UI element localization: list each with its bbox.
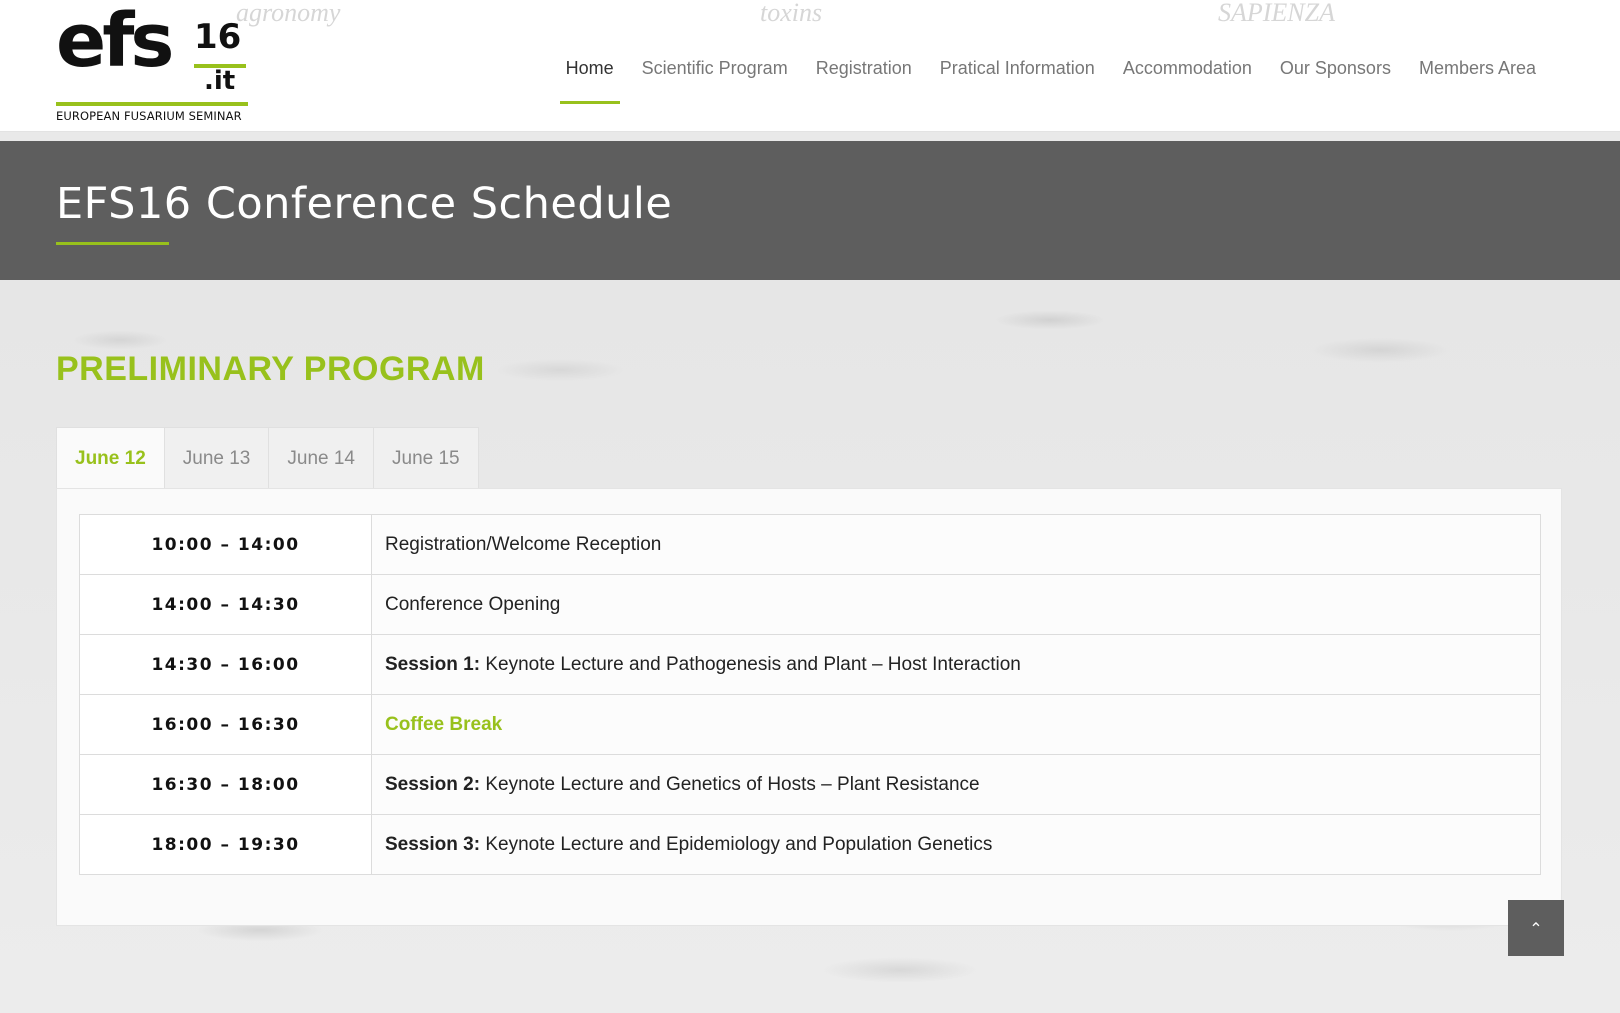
sponsor-logo-ghost: agronomy bbox=[236, 0, 341, 27]
time-cell: 16:30 – 18:00 bbox=[79, 754, 372, 815]
session-label: Session 3: bbox=[385, 833, 481, 855]
table-row: 16:00 – 16:30 Coffee Break bbox=[79, 694, 1541, 755]
tab-june-14[interactable]: June 14 bbox=[269, 427, 375, 489]
time-cell: 14:00 – 14:30 bbox=[79, 574, 372, 635]
coffee-break-label: Coffee Break bbox=[385, 713, 503, 735]
time-cell: 18:00 – 19:30 bbox=[79, 814, 372, 875]
event-text: Conference Opening bbox=[385, 593, 561, 615]
nav-registration[interactable]: Registration bbox=[802, 58, 926, 104]
time-cell: 16:00 – 16:30 bbox=[79, 694, 372, 755]
logo-number: 16 bbox=[194, 17, 242, 57]
nav-our-sponsors[interactable]: Our Sponsors bbox=[1266, 58, 1405, 104]
event-cell: Session 2: Keynote Lecture and Genetics … bbox=[371, 754, 1541, 815]
chevron-up-icon: ⌃ bbox=[1529, 921, 1543, 938]
main-nav: Home Scientific Program Registration Pra… bbox=[552, 58, 1550, 104]
page-title: EFS16 Conference Schedule bbox=[56, 179, 673, 229]
day-tabs: June 12 June 13 June 14 June 15 bbox=[56, 427, 479, 489]
time-cell: 10:00 – 14:00 bbox=[79, 514, 372, 575]
event-cell: Conference Opening bbox=[371, 574, 1541, 635]
table-row: 14:30 – 16:00 Session 1: Keynote Lecture… bbox=[79, 634, 1541, 695]
nav-home[interactable]: Home bbox=[552, 58, 628, 104]
table-row: 16:30 – 18:00 Session 2: Keynote Lecture… bbox=[79, 754, 1541, 815]
scroll-to-top-button[interactable]: ⌃ bbox=[1508, 900, 1564, 956]
table-row: 18:00 – 19:30 Session 3: Keynote Lecture… bbox=[79, 814, 1541, 875]
tab-june-13[interactable]: June 13 bbox=[164, 427, 270, 489]
table-row: 14:00 – 14:30 Conference Opening bbox=[79, 574, 1541, 635]
table-row: 10:00 – 14:00 Registration/Welcome Recep… bbox=[79, 514, 1541, 575]
program-heading: PRELIMINARY PROGRAM bbox=[56, 350, 485, 388]
event-text: Keynote Lecture and Genetics of Hosts – … bbox=[480, 773, 980, 795]
tab-panel: 10:00 – 14:00 Registration/Welcome Recep… bbox=[56, 488, 1562, 926]
logo-underline bbox=[56, 102, 248, 106]
time-cell: 14:30 – 16:00 bbox=[79, 634, 372, 695]
title-underline bbox=[56, 242, 169, 245]
schedule-table: 10:00 – 14:00 Registration/Welcome Recep… bbox=[79, 514, 1541, 875]
tab-june-12[interactable]: June 12 bbox=[56, 427, 165, 489]
nav-accommodation[interactable]: Accommodation bbox=[1109, 58, 1266, 104]
logo-tagline: EUROPEAN FUSARIUM SEMINAR bbox=[56, 109, 242, 123]
nav-members-area[interactable]: Members Area bbox=[1405, 58, 1550, 104]
event-text: Keynote Lecture and Epidemiology and Pop… bbox=[480, 833, 993, 855]
site-logo[interactable]: efs 16 .it EUROPEAN FUSARIUM SEMINAR bbox=[56, 4, 248, 124]
nav-pratical-information[interactable]: Pratical Information bbox=[926, 58, 1109, 104]
event-text: Registration/Welcome Reception bbox=[385, 533, 662, 555]
event-cell: Session 1: Keynote Lecture and Pathogene… bbox=[371, 634, 1541, 695]
logo-mark: efs bbox=[56, 0, 174, 84]
event-cell: Coffee Break bbox=[371, 694, 1541, 755]
session-label: Session 2: bbox=[385, 773, 481, 795]
session-label: Session 1: bbox=[385, 653, 481, 675]
logo-domain: .it bbox=[204, 66, 236, 96]
sponsor-logo-ghost: SAPIENZA bbox=[1218, 0, 1335, 27]
event-text: Keynote Lecture and Pathogenesis and Pla… bbox=[480, 653, 1021, 675]
event-cell: Session 3: Keynote Lecture and Epidemiol… bbox=[371, 814, 1541, 875]
sponsor-logo-ghost: toxins bbox=[760, 0, 823, 27]
page-title-bar: EFS16 Conference Schedule bbox=[0, 141, 1620, 280]
tab-june-15[interactable]: June 15 bbox=[374, 427, 479, 489]
nav-scientific-program[interactable]: Scientific Program bbox=[628, 58, 802, 104]
event-cell: Registration/Welcome Reception bbox=[371, 514, 1541, 575]
site-header: agronomy toxins SAPIENZA efs 16 .it EURO… bbox=[0, 0, 1620, 132]
